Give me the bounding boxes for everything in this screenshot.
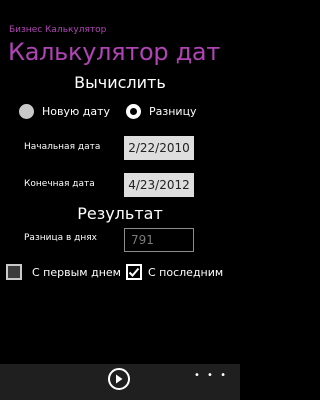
checkbox-last-day-box[interactable]	[126, 264, 142, 280]
end-date-label: Конечная дата	[24, 179, 95, 189]
checkbox-first-day-box[interactable]	[6, 264, 22, 280]
result-heading: Результат	[77, 204, 163, 223]
radio-difference-circle[interactable]	[126, 103, 141, 119]
app-bar: • • •	[0, 364, 240, 400]
days-diff-field: 791	[124, 228, 194, 252]
days-diff-label: Разница в днях	[24, 233, 97, 243]
checkbox-last-day[interactable]: С последним	[126, 264, 223, 280]
start-date-field[interactable]: 2/22/2010	[124, 136, 194, 160]
calculate-heading: Вычислить	[74, 73, 166, 92]
radio-new-date[interactable]: Новую дату	[19, 100, 110, 122]
radio-difference[interactable]: Разницу	[126, 100, 197, 122]
radio-difference-label: Разницу	[149, 104, 197, 118]
check-icon	[128, 267, 140, 277]
more-menu-icon[interactable]: • • •	[194, 370, 228, 381]
checkbox-last-day-label: С последним	[148, 265, 224, 279]
radio-new-date-label: Новую дату	[42, 104, 111, 118]
start-date-label: Начальная дата	[24, 142, 101, 152]
app-title: Бизнес Калькулятор	[9, 25, 107, 35]
page-title: Калькулятор дат	[8, 38, 221, 66]
end-date-field[interactable]: 4/23/2012	[124, 173, 194, 197]
checkbox-first-day[interactable]: С первым днем	[6, 264, 121, 280]
play-icon	[116, 374, 123, 384]
radio-new-date-circle[interactable]	[19, 103, 34, 119]
play-button[interactable]	[108, 368, 130, 390]
checkbox-first-day-label: С первым днем	[32, 265, 121, 279]
